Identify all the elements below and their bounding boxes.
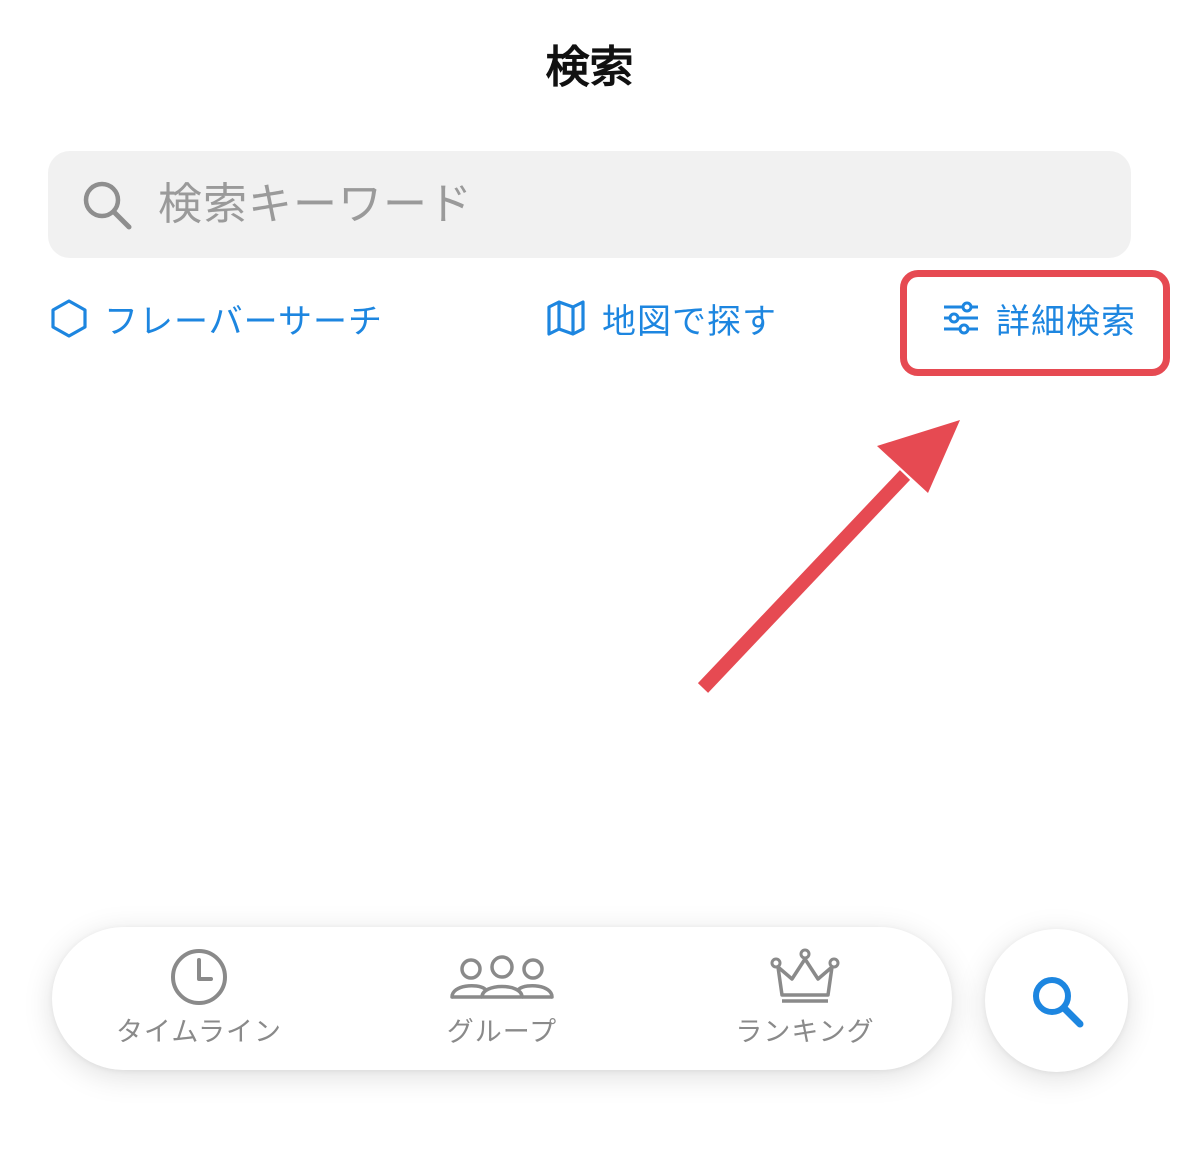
search-screen: 検索 検索キーワード フレーバーサーチ 地図で探す 詳細検索 タイムライン グル… bbox=[0, 0, 1179, 1176]
clock-icon bbox=[171, 949, 227, 1005]
crown-icon bbox=[770, 948, 840, 1003]
tab-timeline[interactable]: タイムライン bbox=[79, 927, 319, 1070]
tab-group[interactable]: グループ bbox=[382, 927, 622, 1070]
tab-timeline-label: タイムライン bbox=[115, 1017, 283, 1048]
bottom-tab-bar: タイムライン グループ ランキング bbox=[52, 927, 952, 1070]
tab-ranking[interactable]: ランキング bbox=[685, 927, 925, 1070]
tab-group-label: グループ bbox=[446, 1017, 558, 1048]
group-icon bbox=[450, 955, 554, 999]
tab-ranking-label: ランキング bbox=[735, 1017, 875, 1048]
search-tab-button[interactable] bbox=[985, 929, 1128, 1072]
search-icon bbox=[1032, 976, 1083, 1027]
